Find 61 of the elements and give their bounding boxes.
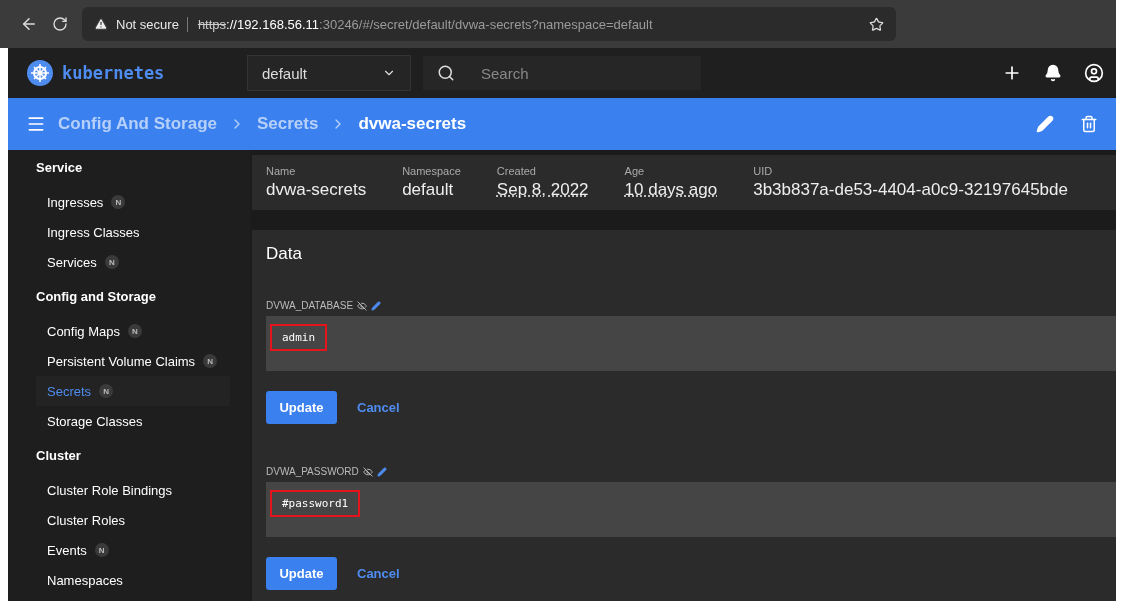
- namespaced-badge: N: [203, 354, 218, 368]
- sidebar-item[interactable]: Events N: [36, 535, 230, 565]
- sidebar-item[interactable]: Config Maps N: [36, 316, 230, 346]
- edit-icon[interactable]: [376, 466, 387, 477]
- namespaced-badge: N: [111, 195, 126, 209]
- sidebar-item[interactable]: Services N: [36, 247, 230, 277]
- breadcrumb: dvwa-secrets: [358, 114, 467, 134]
- namespaced-badge: N: [99, 384, 114, 398]
- secret-key: DVWA_PASSWORD: [266, 466, 359, 477]
- secret-value: #password1: [270, 490, 361, 517]
- sidebar-item[interactable]: Persistent Volume Claims N: [36, 346, 230, 376]
- metadata-value: default: [402, 180, 455, 200]
- secret-key: DVWA_DATABASE: [266, 300, 354, 311]
- update-button[interactable]: Update: [266, 391, 337, 424]
- metadata-label: UID: [753, 165, 774, 177]
- account-icon[interactable]: [1084, 63, 1104, 83]
- namespace-select[interactable]: default: [247, 55, 411, 91]
- bell-icon[interactable]: [1044, 64, 1062, 82]
- helm-wheel-logo-icon: [26, 59, 54, 87]
- sidebar-item[interactable]: Storage Classes: [36, 406, 230, 436]
- metadata-value: Sep 8, 2022: [496, 180, 589, 200]
- sidebar-section-title: Config and Storage: [35, 288, 157, 306]
- search-bar[interactable]: Search: [423, 56, 701, 90]
- sidebar-item[interactable]: Ingress Classes: [36, 217, 230, 247]
- sidebar-section-title: Service: [35, 159, 84, 177]
- metadata-value: dvwa-secrets: [266, 180, 367, 200]
- metadata-value: 10 days ago: [624, 180, 718, 200]
- app-logo-text: kubernetes: [62, 63, 165, 83]
- menu-icon[interactable]: [26, 114, 46, 134]
- namespaced-badge: N: [128, 324, 142, 338]
- edit-icon[interactable]: [371, 300, 382, 311]
- security-label: Not secure: [116, 16, 179, 32]
- update-button[interactable]: Update: [266, 557, 337, 590]
- warning-icon: [94, 17, 108, 31]
- reload-icon[interactable]: [52, 16, 68, 32]
- namespaced-badge: N: [104, 255, 119, 269]
- search-input[interactable]: Search: [479, 63, 663, 83]
- eye-off-icon[interactable]: [362, 466, 373, 477]
- metadata-label: Created: [496, 165, 537, 177]
- url-text: https://192.168.56.11:30246/#/secret/default/dvwa-secrets?namespace=default: [186, 16, 861, 32]
- sidebar-item[interactable]: Secrets N: [36, 376, 230, 406]
- sidebar-item[interactable]: Cluster Role Bindings: [36, 475, 230, 505]
- search-icon: [437, 64, 455, 82]
- back-icon[interactable]: [20, 15, 38, 33]
- sidebar-item[interactable]: Ingresses N: [36, 187, 230, 217]
- namespaced-badge: N: [94, 543, 109, 557]
- sidebar-item[interactable]: Cluster Roles: [36, 505, 230, 535]
- data-title: Data: [266, 244, 303, 264]
- sidebar-section-title: Cluster: [35, 447, 82, 465]
- sidebar-item[interactable]: Namespaces: [36, 565, 230, 595]
- metadata-label: Namespace: [402, 165, 461, 177]
- address-bar[interactable]: Not secure https://192.168.56.11:30246/#/secret/default/dvwa-secrets?namespace=default: [82, 7, 896, 41]
- cancel-link[interactable]: Cancel: [357, 400, 400, 415]
- metadata-label: Age: [624, 165, 646, 177]
- delete-icon[interactable]: [1080, 115, 1098, 133]
- secret-value: admin: [270, 324, 328, 351]
- favorite-icon[interactable]: [869, 16, 884, 32]
- metadata-value: 3b3b837a-de53-4404-a0c9-32197645bde: [753, 180, 1068, 200]
- cancel-link[interactable]: Cancel: [357, 566, 400, 581]
- metadata-label: Name: [266, 165, 297, 177]
- eye-off-icon[interactable]: [357, 300, 368, 311]
